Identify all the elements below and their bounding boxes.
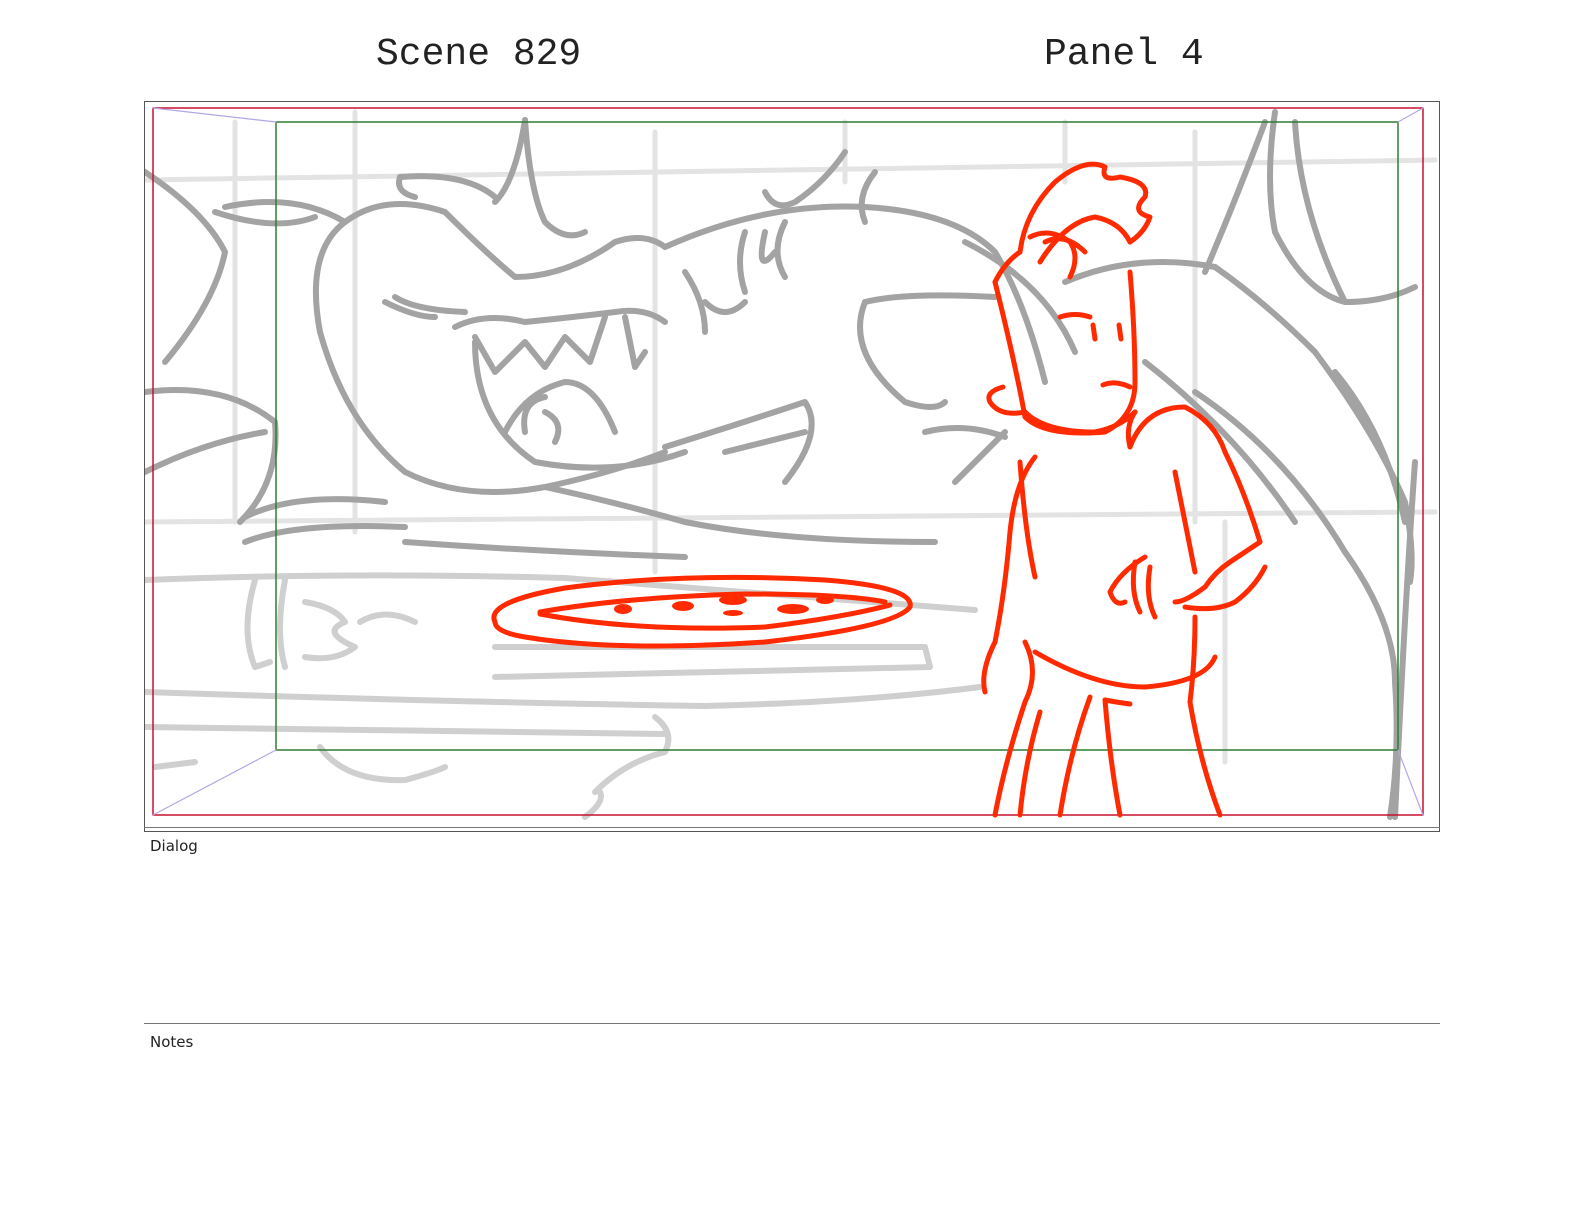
dialog-divider [144, 827, 1440, 828]
storyboard-panel-frame [144, 101, 1440, 832]
safe-area-outer [152, 107, 1424, 816]
scene-number: Scene 829 [376, 33, 582, 76]
notes-label: Notes [150, 1033, 194, 1051]
notes-text[interactable] [150, 1056, 1434, 1206]
storyboard-sketch [145, 107, 1438, 820]
notes-divider [144, 1023, 1440, 1024]
panel-number: Panel 4 [1044, 33, 1204, 76]
dialog-text[interactable] [150, 860, 1434, 1020]
dialog-label: Dialog [150, 837, 198, 855]
camera-guides [152, 107, 1424, 816]
